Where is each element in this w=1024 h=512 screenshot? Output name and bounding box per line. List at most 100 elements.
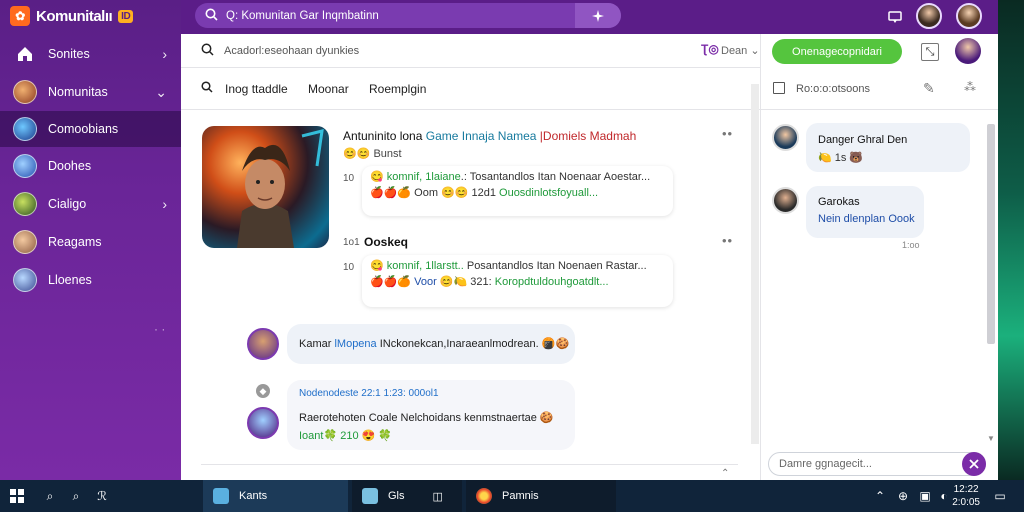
search-icon <box>205 8 218 24</box>
game-cover-image[interactable] <box>202 126 329 248</box>
taskbar-app-label: Kants <box>239 490 268 502</box>
reply-emoji: 😋 <box>370 171 387 183</box>
taskbar-app[interactable]: Pamnis <box>466 480 616 512</box>
chat-scrollbar[interactable] <box>987 124 995 344</box>
tab-moonar[interactable]: Moonar <box>308 82 349 96</box>
reply-line2: 🍎🍎🍊 Voor 😊🍋 321: Koropdtuldouhgoatdlt... <box>370 275 609 288</box>
post-title-main: Antuninito lona <box>343 129 423 143</box>
reply-tag: Voor <box>414 276 437 288</box>
sidebar-item-label: Nomunitas <box>48 85 108 99</box>
chevron-down-icon: ⌄ <box>155 83 167 100</box>
divider <box>201 464 738 465</box>
sidebar-item-label: Comoobians <box>48 122 119 136</box>
avatar[interactable] <box>247 328 279 360</box>
chat-message[interactable]: Garokas Nein dlenplan Oook <box>806 186 924 238</box>
top-search-button[interactable] <box>575 3 621 28</box>
reply-link: Ouosdinlotsfoyuall... <box>499 187 599 199</box>
expand-icon[interactable]: ⤡ <box>921 43 939 61</box>
brand-name: Komunitalıı <box>36 7 113 25</box>
reply-card[interactable]: 😋 komnif, 1laiane.: Tosantandlos Itan No… <box>362 166 673 216</box>
more-icon[interactable]: ⌃ <box>721 468 730 479</box>
message-emoji: 😍 🍀 <box>358 430 393 442</box>
message-bubble[interactable]: Nodenodeste 22:1 1:23: 000ol1 Raerotehot… <box>287 380 575 450</box>
taskbar-app-label: Pamnis <box>502 490 539 502</box>
feed-scrollbar[interactable] <box>751 84 759 444</box>
search-icon[interactable]: ⌕ <box>68 488 84 504</box>
share-icon[interactable]: ⁂ <box>964 80 976 94</box>
display-icon[interactable]: ▣ <box>917 488 933 504</box>
search-icon[interactable]: ⌕ <box>42 488 58 504</box>
network-icon[interactable]: ⊕ <box>895 488 911 504</box>
taskbar-app[interactable]: Gls ◫ <box>352 480 462 512</box>
message-bubble[interactable]: Kamar lMopena INckonekcan,Inaraeanlmodre… <box>287 324 575 364</box>
taskbar-app[interactable]: Kants <box>203 480 348 512</box>
taskbar-clock[interactable]: 12:22 2:0:05 <box>952 483 980 509</box>
chevron-right-icon: › <box>162 46 167 62</box>
user-avatar-secondary[interactable] <box>956 3 982 29</box>
sidebar-item-sonites[interactable]: Sonites › <box>0 36 181 72</box>
primary-cta-button[interactable]: Onenagecopnidari <box>772 39 902 64</box>
reply-emoji: 😋 <box>370 260 387 272</box>
avatar <box>13 268 37 292</box>
volume-icon[interactable]: ◐ <box>936 488 952 504</box>
reply-indicator-icon: ◆ <box>256 384 270 398</box>
chat-panel-tab[interactable]: Ro:o:o:otsoons <box>796 83 870 95</box>
user-avatar[interactable] <box>916 3 942 29</box>
sidebar-item-doohes[interactable]: Doohes <box>0 148 181 184</box>
message-body: Raerotehoten Coale Nelchoidans kenmstnae… <box>299 412 554 424</box>
reply-meta: 😊🍋 321: <box>436 276 495 288</box>
avatar[interactable] <box>247 407 279 439</box>
second-post-number: 1o1 <box>343 237 360 248</box>
sidebar-item-nomunitas[interactable]: Nomunitas ⌄ <box>0 74 181 110</box>
reply-card[interactable]: 😋 komnif, 1llarstt.. Posantandlos Itan N… <box>362 255 673 307</box>
top-search-bar[interactable]: Q: Komunitan Gar Inqmbatinn <box>195 3 621 28</box>
scroll-down-icon[interactable]: ▼ <box>987 434 995 443</box>
chat-panel: Ʈ◎ Dean ⌄ Onenagecopnidari ⤡ Ro:o:o:otso… <box>701 34 999 480</box>
post-menu-icon[interactable]: •• <box>722 233 733 248</box>
dropdown-label[interactable]: Dean ⌄ <box>721 44 760 57</box>
chat-icon[interactable] <box>884 6 906 28</box>
sidebar-item-cialigo[interactable]: Cialigo › <box>0 186 181 222</box>
chat-message[interactable]: Danger Ghral Den 🍋 1s 🐻 <box>806 123 970 172</box>
reply-reactions: 🍎🍎🍊 Oom 😊😊 12d1 <box>370 187 500 199</box>
topbar: Q: Komunitan Gar Inqmbatinn <box>181 0 998 34</box>
send-icon[interactable] <box>962 452 986 476</box>
top-search-text: Q: Komunitan Gar Inqmbatinn <box>226 9 379 22</box>
tab-roemplgin[interactable]: Roemplgin <box>369 82 426 96</box>
user-avatar[interactable] <box>955 38 981 64</box>
reply-author: komnif, 1laiane <box>386 171 461 183</box>
post-title-game: Game Innaja Namea <box>422 129 537 143</box>
feed-tabs: Inog ttaddle Moonar Roemplgin <box>181 68 760 110</box>
sidebar-item-comoobians[interactable]: Comoobians <box>0 111 181 147</box>
message-mention: lMopena <box>334 338 377 350</box>
sidebar-item-reagams[interactable]: Reagams <box>0 224 181 260</box>
sparkle-icon <box>592 9 604 22</box>
brand-badge: ID <box>118 9 134 23</box>
avatar[interactable] <box>772 187 799 214</box>
edit-icon[interactable]: ✎ <box>923 80 935 97</box>
chevron-up-icon[interactable]: ⌃ <box>872 488 888 504</box>
reply-number: 10 <box>343 173 355 184</box>
sidebar-item-lloenes[interactable]: Lloenes <box>0 262 181 298</box>
notification-icon[interactable]: ▭ <box>992 488 1008 504</box>
chat-compose-input[interactable]: Damre ggnagecit... <box>768 452 986 476</box>
feed-search-row[interactable]: Acadorl:eseohaan dyunkies <box>181 34 760 68</box>
windows-icon[interactable] <box>9 488 25 504</box>
message-reactions: Ioant🍀 210 😍 🍀 <box>299 429 392 442</box>
brand[interactable]: ✿ Komunitalıı ID <box>10 4 134 28</box>
filter-icon[interactable]: Ʈ◎ <box>701 42 719 56</box>
post-title[interactable]: Antuninito lona Game Innaja Namea |Domie… <box>343 129 636 143</box>
message-body: INckonekcan,Inaraeanlmodrean. 🍘🍪 <box>376 338 570 350</box>
brand-logo-icon: ✿ <box>10 6 30 26</box>
post-menu-icon[interactable]: •• <box>722 126 733 141</box>
checkbox-icon[interactable] <box>773 82 785 94</box>
people-icon[interactable]: ℛ <box>94 488 110 504</box>
avatar[interactable] <box>772 124 799 151</box>
avatar <box>13 80 37 104</box>
avatar <box>13 117 37 141</box>
sidebar-item-label: Doohes <box>48 159 92 173</box>
second-post-title[interactable]: Ooskeq <box>364 235 408 249</box>
avatar <box>13 230 37 254</box>
reply-number: 10 <box>343 262 355 273</box>
tab-inog-ttaddle[interactable]: Inog ttaddle <box>225 82 288 96</box>
